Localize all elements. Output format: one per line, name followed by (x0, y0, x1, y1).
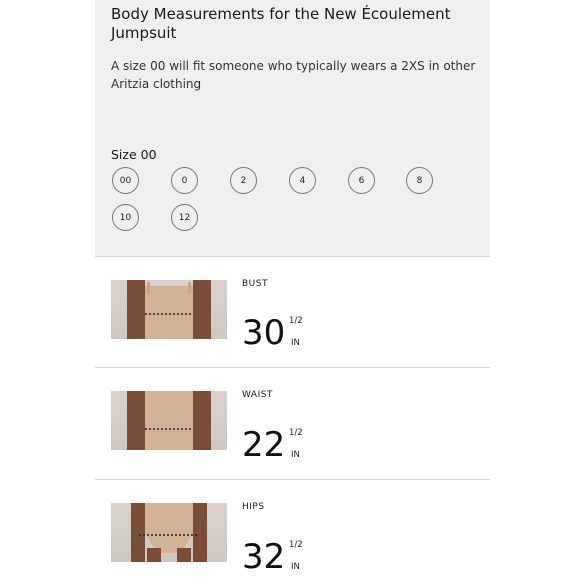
size-option-12[interactable]: 12 (171, 204, 198, 231)
hips-unit: IN (291, 562, 300, 572)
waist-fraction: 1/2 (289, 428, 303, 438)
hips-value: 32 (242, 537, 286, 577)
waist-measurement-image (111, 391, 227, 450)
size-option-6[interactable]: 6 (348, 167, 375, 194)
divider (95, 256, 490, 257)
size-option-2[interactable]: 2 (230, 167, 257, 194)
divider (95, 479, 490, 480)
bust-value: 30 (242, 313, 286, 353)
waist-value: 22 (242, 425, 286, 465)
bust-fraction: 1/2 (289, 316, 303, 326)
size-description: A size 00 will fit someone who typically… (111, 59, 476, 91)
hips-label: HIPS (242, 502, 265, 512)
selected-size-label: Size 00 (111, 147, 157, 162)
bust-label: BUST (242, 279, 268, 289)
waist-label: WAIST (242, 390, 273, 400)
size-option-0[interactable]: 0 (171, 167, 198, 194)
hips-measurement-image (111, 503, 227, 562)
bust-measurement-image (111, 280, 227, 339)
size-option-00[interactable]: 00 (112, 167, 139, 194)
size-option-4[interactable]: 4 (289, 167, 316, 194)
divider (95, 367, 490, 368)
size-option-8[interactable]: 8 (406, 167, 433, 194)
bust-unit: IN (291, 338, 300, 348)
page-title: Body Measurements for the New Écoulement… (111, 5, 451, 42)
waist-unit: IN (291, 450, 300, 460)
hips-fraction: 1/2 (289, 540, 303, 550)
size-option-10[interactable]: 10 (112, 204, 139, 231)
